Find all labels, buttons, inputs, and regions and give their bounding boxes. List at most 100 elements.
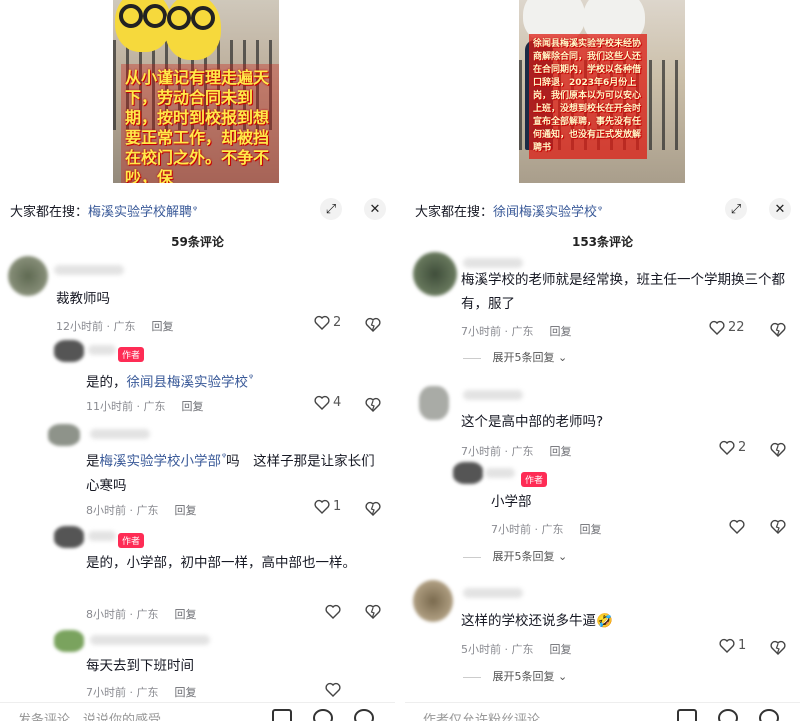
username-redacted[interactable] (463, 258, 523, 268)
collapse-button[interactable]: ⤢ (320, 198, 342, 220)
expand-replies-button[interactable]: 展开5条回复 ⌄ (463, 668, 568, 684)
search-icon: ᵠ (598, 204, 603, 216)
expand-replies-button[interactable]: 展开5条回复 ⌄ (463, 548, 568, 564)
dislike-heart-icon[interactable] (770, 519, 786, 534)
image-icon[interactable] (677, 709, 697, 721)
expand-replies-button[interactable]: 展开5条回复 ⌄ (463, 349, 568, 365)
username-redacted[interactable] (88, 345, 116, 355)
author-avatar[interactable] (453, 462, 483, 484)
search-link[interactable]: 梅溪实验学校小学部 (100, 454, 222, 470)
reply-button[interactable]: 回复 (175, 608, 197, 621)
comment-text: 是梅溪实验学校小学部ᵠ吗 这样子那是让家长们心寒吗 (86, 446, 386, 498)
avatar[interactable] (48, 424, 80, 446)
search-link[interactable]: 徐闻县梅溪实验学校 (127, 375, 249, 391)
video-player[interactable]: 徐闻县梅溪实验学校未经协商解除合同，我们这些人还在合同期内，学校以各种借口辞退，… (519, 0, 685, 195)
reply-button[interactable]: 回复 (550, 445, 572, 458)
search-suggestion[interactable]: 大家都在搜： 梅溪实验学校解聘 ᵠ (10, 200, 197, 220)
comment-meta: 11小时前 · 广东 回复 (86, 398, 204, 414)
comment-input[interactable]: 发条评论，说说你的感受 (18, 709, 161, 721)
mention-icon[interactable] (718, 709, 738, 721)
left-screenshot-panel: 从小谨记有理走遍天下，劳动合同未到期，按时到校报到想要正常工作，却被挡在校门之外… (0, 0, 395, 721)
search-icon: ᵠ (193, 204, 198, 216)
comment-input[interactable]: 作者仅允许粉丝评论 (423, 709, 540, 721)
comment-time: 7小时前 · 广东 (86, 686, 159, 699)
comment-count: 153条评论 (571, 235, 634, 249)
search-suggestion[interactable]: 大家都在搜： 徐闻梅溪实验学校 ᵠ (415, 200, 602, 220)
expand-label: 展开5条回复 (492, 550, 555, 563)
like-button[interactable]: 1 (314, 499, 341, 514)
heart-icon[interactable] (325, 682, 341, 697)
mention-icon[interactable] (313, 709, 333, 721)
collapse-button[interactable]: ⤢ (725, 198, 747, 220)
emoji-icon[interactable] (354, 709, 374, 721)
avatar[interactable] (8, 256, 48, 296)
like-count: 22 (728, 320, 745, 335)
comment-text: 是的，小学部，初中部一样，高中部也一样。 (86, 555, 356, 571)
author-badge: 作者 (118, 533, 145, 548)
image-icon[interactable] (272, 709, 292, 721)
mascot-glasses (167, 6, 191, 30)
avatar[interactable] (419, 386, 449, 420)
author-avatar[interactable] (54, 340, 84, 362)
comment-time: 7小时前 · 广东 (461, 445, 534, 458)
avatar[interactable] (54, 630, 84, 652)
comment-text-prefix: 是的， (86, 374, 127, 391)
mascot-glasses (119, 4, 143, 28)
like-button[interactable]: 2 (719, 440, 746, 455)
like-count: 2 (333, 315, 342, 330)
search-prefix: 大家都在搜： (10, 204, 89, 220)
username-redacted[interactable] (54, 265, 124, 275)
username-redacted[interactable] (90, 429, 150, 439)
reply-button[interactable]: 回复 (550, 325, 572, 338)
author-avatar[interactable] (54, 526, 84, 548)
close-icon: ✕ (774, 201, 786, 217)
like-button[interactable]: 1 (719, 638, 746, 653)
close-button[interactable]: ✕ (364, 198, 386, 220)
dislike-heart-icon[interactable] (365, 604, 381, 619)
comment-text: 这个是高中部的老师吗? (461, 414, 604, 430)
comment-count: 59条评论 (171, 235, 224, 249)
reply-button[interactable]: 回复 (550, 643, 572, 656)
video-player[interactable]: 从小谨记有理走遍天下，劳动合同未到期，按时到校报到想要正常工作，却被挡在校门之外… (113, 0, 279, 195)
heart-icon (314, 395, 330, 410)
comment-meta: 5小时前 · 广东 回复 (461, 641, 572, 657)
emoji: 🤣 (596, 613, 613, 629)
dislike-heart-icon[interactable] (365, 397, 381, 412)
username-redacted[interactable] (463, 390, 523, 400)
username-redacted[interactable] (90, 635, 210, 645)
dislike-heart-icon[interactable] (770, 442, 786, 457)
search-term-link[interactable]: 梅溪实验学校解聘 (88, 201, 192, 220)
comment-time: 7小时前 · 广东 (491, 523, 564, 536)
like-button[interactable]: 4 (314, 395, 341, 410)
comment-text: 裁教师吗 (56, 291, 110, 307)
like-button[interactable]: 2 (314, 315, 341, 330)
username-redacted[interactable] (463, 588, 523, 598)
username-redacted[interactable] (485, 468, 515, 478)
comment-text: 是的，徐闻县梅溪实验学校ᵠ (86, 367, 253, 395)
reply-button[interactable]: 回复 (152, 320, 174, 333)
expand-label: 展开5条回复 (492, 670, 555, 683)
dislike-heart-icon[interactable] (365, 317, 381, 332)
like-count: 4 (333, 395, 342, 410)
reply-button[interactable]: 回复 (175, 504, 197, 517)
dislike-heart-icon[interactable] (770, 640, 786, 655)
search-term-link[interactable]: 徐闻梅溪实验学校 (493, 201, 597, 220)
dislike-heart-icon[interactable] (365, 501, 381, 516)
username-redacted[interactable] (88, 531, 116, 541)
close-button[interactable]: ✕ (769, 198, 791, 220)
heart-icon[interactable] (729, 519, 745, 534)
comment-time: 7小时前 · 广东 (461, 325, 534, 338)
heart-icon[interactable] (325, 604, 341, 619)
avatar[interactable] (413, 252, 457, 296)
reply-button[interactable]: 回复 (175, 686, 197, 699)
comment-time: 11小时前 · 广东 (86, 400, 166, 413)
reply-button[interactable]: 回复 (580, 523, 602, 536)
emoji-icon[interactable] (759, 709, 779, 721)
dislike-heart-icon[interactable] (770, 322, 786, 337)
search-icon: ᵠ (249, 373, 254, 384)
heart-icon (314, 315, 330, 330)
like-button[interactable]: 22 (709, 320, 745, 335)
avatar[interactable] (413, 580, 453, 622)
comment-text-body: 这样的学校还说多牛逼 (461, 613, 596, 629)
reply-button[interactable]: 回复 (182, 400, 204, 413)
